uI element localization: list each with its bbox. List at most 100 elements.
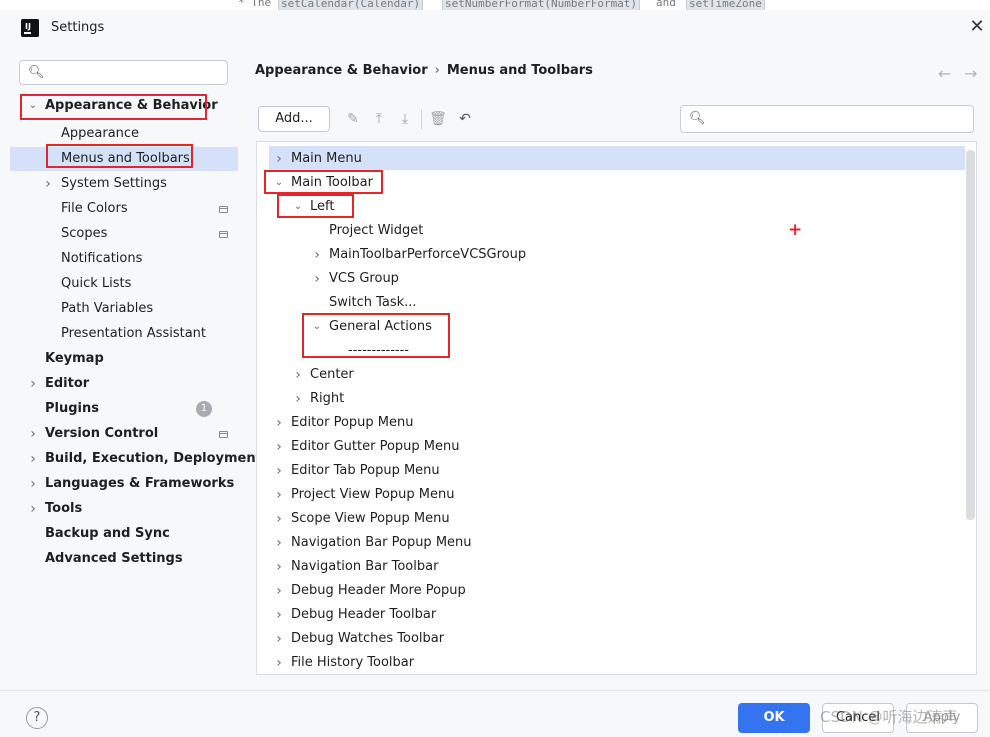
chevron-right-icon[interactable]: ›	[27, 377, 39, 391]
tree-item-right[interactable]: Right	[310, 387, 344, 411]
tree-item-editor-tab-popup-menu[interactable]: Editor Tab Popup Menu	[291, 459, 440, 483]
tree-item-general-actions[interactable]: General Actions	[329, 315, 432, 339]
annotation-plus: +	[788, 220, 803, 240]
chevron-right-icon[interactable]: ›	[273, 632, 285, 646]
chevron-right-icon[interactable]: ›	[27, 427, 39, 441]
project-level-icon	[219, 206, 228, 213]
background-code-chip: setCalendar(Calendar)	[278, 0, 424, 10]
chevron-right-icon[interactable]: ›	[273, 464, 285, 478]
delete-icon[interactable]: 🗑︎	[429, 110, 447, 128]
sidebar-item-languages-frameworks[interactable]: Languages & Frameworks	[45, 472, 234, 496]
add-button[interactable]: Add...	[258, 106, 330, 132]
background-code-prefix: * The	[238, 0, 272, 9]
tree-item-debug-watches-toolbar[interactable]: Debug Watches Toolbar	[291, 627, 444, 651]
sidebar-item-appearance-behavior[interactable]: Appearance & Behavior	[45, 94, 218, 118]
chevron-right-icon[interactable]: ›	[292, 368, 304, 382]
tree-item-vcs-group[interactable]: VCS Group	[329, 267, 399, 291]
chevron-right-icon[interactable]: ›	[273, 488, 285, 502]
tree-item-navigation-bar-popup-menu[interactable]: Navigation Bar Popup Menu	[291, 531, 472, 555]
chevron-right-icon[interactable]: ›	[311, 248, 323, 262]
sidebar-item-keymap[interactable]: Keymap	[45, 347, 104, 371]
vertical-scrollbar[interactable]	[966, 150, 975, 520]
chevron-right-icon[interactable]: ›	[311, 272, 323, 286]
tree-item-left[interactable]: Left	[310, 195, 334, 219]
sidebar-item-quick-lists[interactable]: Quick Lists	[61, 272, 131, 296]
sidebar-item-plugins[interactable]: Plugins	[45, 397, 99, 421]
sidebar-item-scopes[interactable]: Scopes	[61, 222, 107, 246]
tree-item-scope-view-popup-menu[interactable]: Scope View Popup Menu	[291, 507, 450, 531]
tree-item-editor-gutter-popup-menu[interactable]: Editor Gutter Popup Menu	[291, 435, 460, 459]
chevron-right-icon[interactable]: ›	[27, 452, 39, 466]
sidebar-item-tools[interactable]: Tools	[45, 497, 82, 521]
intellij-logo-icon: IJ	[21, 19, 39, 37]
tree-item-maintoolbarperforcevcsgroup[interactable]: MainToolbarPerforceVCSGroup	[329, 243, 526, 267]
breadcrumb-separator: ›	[434, 63, 440, 78]
chevron-right-icon[interactable]: ›	[42, 177, 54, 191]
tree-item-debug-header-more-popup[interactable]: Debug Header More Popup	[291, 579, 466, 603]
sidebar-item-advanced-settings[interactable]: Advanced Settings	[45, 547, 183, 571]
chevron-right-icon[interactable]: ›	[273, 536, 285, 550]
tree-item-switch-task[interactable]: Switch Task...	[329, 291, 417, 315]
selected-row-highlight	[269, 146, 965, 170]
tree-item-project-widget[interactable]: Project Widget	[329, 219, 423, 243]
sidebar-item-file-colors[interactable]: File Colors	[61, 197, 128, 221]
chevron-right-icon[interactable]: ›	[292, 392, 304, 406]
back-arrow-icon[interactable]: ←	[938, 64, 951, 83]
apply-button[interactable]: Apply	[906, 703, 978, 733]
settings-search-input[interactable]	[50, 63, 224, 83]
sidebar-item-notifications[interactable]: Notifications	[61, 247, 142, 271]
chevron-right-icon[interactable]: ›	[273, 416, 285, 430]
help-button[interactable]: ?	[26, 707, 48, 729]
chevron-down-icon[interactable]: ⌄	[273, 177, 285, 189]
chevron-right-icon[interactable]: ›	[273, 440, 285, 454]
tree-item-main-menu[interactable]: Main Menu	[291, 147, 362, 171]
chevron-right-icon[interactable]: ›	[273, 584, 285, 598]
actions-search-input[interactable]	[711, 110, 970, 130]
sidebar-item-path-variables[interactable]: Path Variables	[61, 297, 153, 321]
breadcrumb-parent[interactable]: Appearance & Behavior	[255, 63, 428, 78]
tree-item-main-toolbar[interactable]: Main Toolbar	[291, 171, 373, 195]
tree-separator-item[interactable]: -------------	[348, 339, 409, 363]
tree-item-file-history-toolbar[interactable]: File History Toolbar	[291, 651, 414, 674]
chevron-right-icon[interactable]: ›	[27, 477, 39, 491]
restore-icon[interactable]: ↶	[456, 110, 474, 128]
background-code-chip: setTimeZone	[686, 0, 765, 10]
forward-arrow-icon[interactable]: →	[964, 64, 977, 83]
ok-button[interactable]: OK	[738, 703, 810, 733]
settings-search-field[interactable]: 🔍︎	[19, 60, 228, 85]
edit-icon[interactable]: ✎	[344, 110, 362, 128]
sidebar-item-version-control[interactable]: Version Control	[45, 422, 158, 446]
tree-item-debug-header-toolbar[interactable]: Debug Header Toolbar	[291, 603, 436, 627]
actions-search-field[interactable]: 🔍︎	[680, 105, 974, 133]
chevron-down-icon[interactable]: ⌄	[292, 201, 304, 213]
search-icon: 🔍︎	[689, 111, 706, 126]
sidebar-item-editor[interactable]: Editor	[45, 372, 89, 396]
sidebar-item-backup-and-sync[interactable]: Backup and Sync	[45, 522, 170, 546]
breadcrumb: Appearance & Behavior › Menus and Toolbars	[255, 63, 593, 78]
tree-item-project-view-popup-menu[interactable]: Project View Popup Menu	[291, 483, 455, 507]
chevron-right-icon[interactable]: ›	[273, 560, 285, 574]
tree-item-navigation-bar-toolbar[interactable]: Navigation Bar Toolbar	[291, 555, 438, 579]
sidebar-item-build-execution-deployment[interactable]: Build, Execution, Deployment	[45, 447, 262, 471]
chevron-right-icon[interactable]: ›	[273, 152, 285, 166]
cancel-button[interactable]: Cancel	[822, 703, 894, 733]
tree-item-center[interactable]: Center	[310, 363, 354, 387]
sidebar-item-menus-and-toolbars[interactable]: Menus and Toolbars	[61, 147, 190, 171]
sidebar-item-presentation-assistant[interactable]: Presentation Assistant	[61, 322, 206, 346]
chevron-down-icon[interactable]: ⌄	[27, 100, 39, 112]
chevron-right-icon[interactable]: ›	[273, 608, 285, 622]
chevron-down-icon[interactable]: ⌄	[311, 321, 323, 333]
sidebar-item-appearance[interactable]: Appearance	[61, 122, 139, 146]
background-code-word: and	[656, 0, 676, 9]
chevron-right-icon[interactable]: ›	[273, 656, 285, 670]
tree-item-editor-popup-menu[interactable]: Editor Popup Menu	[291, 411, 414, 435]
chevron-right-icon[interactable]: ›	[273, 512, 285, 526]
chevron-right-icon[interactable]: ›	[27, 502, 39, 516]
close-icon[interactable]: ✕	[966, 16, 988, 38]
move-up-icon[interactable]: ⤒	[370, 110, 388, 128]
move-down-icon[interactable]: ⤓	[396, 110, 414, 128]
title-bar: IJ Settings ✕	[0, 10, 990, 48]
sidebar-item-system-settings[interactable]: System Settings	[61, 172, 167, 196]
project-level-icon	[219, 431, 228, 438]
search-icon: 🔍︎	[28, 65, 45, 80]
